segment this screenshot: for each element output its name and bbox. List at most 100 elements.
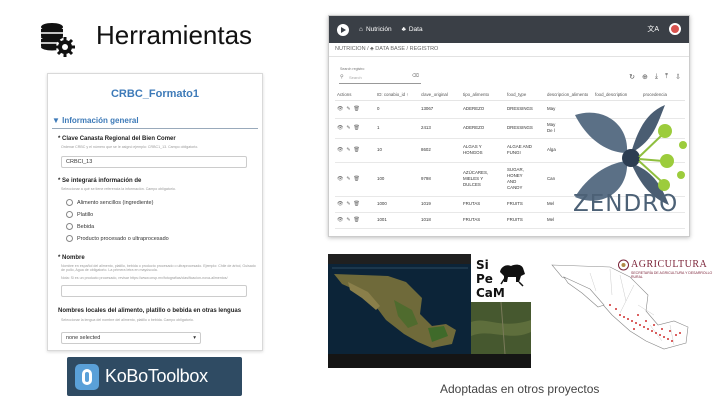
row-actions[interactable]: 👁✎🗑	[335, 162, 375, 197]
export-icon[interactable]: ⇩	[675, 73, 681, 81]
cell-tipo: FRUTAS	[461, 196, 505, 213]
slide-title: Herramientas	[96, 20, 253, 50]
row-actions[interactable]: 👁✎🗑	[335, 100, 375, 119]
sipecam-text-line3: CaM	[476, 286, 505, 300]
radio-button[interactable]	[66, 223, 73, 230]
radio-option-alimento[interactable]: Alimento sencillos (ingrediente)	[66, 199, 153, 206]
cell-clave: 1019	[419, 196, 461, 213]
cell-food: SUGAR, HONEY AND CANDY	[505, 162, 545, 197]
map-toolbar	[328, 254, 471, 264]
row-actions[interactable]: 👁✎🗑	[335, 212, 375, 229]
user-avatar[interactable]	[669, 23, 681, 35]
kobotoolbox-logo: KoBoToolbox	[67, 357, 242, 396]
cell-id: 0	[375, 100, 419, 119]
satellite-map-screenshot	[328, 254, 471, 368]
breadcrumb: NUTRICION / ♣ DATA BASE / REGISTRO	[335, 46, 439, 52]
map-thumbnail-strip	[328, 354, 471, 368]
cell-food: FRUITS	[505, 212, 545, 229]
cell-id: 1	[375, 118, 419, 139]
clave-input[interactable]: CRBCI_13	[61, 156, 247, 168]
nombre-input[interactable]	[61, 285, 247, 297]
column-header[interactable]: clave_original	[419, 89, 461, 101]
radio-button[interactable]	[66, 211, 73, 218]
cell-clave: 9798	[419, 162, 461, 197]
lengua-select[interactable]: none selected ▾	[61, 332, 201, 344]
mexico-satellite-map	[332, 267, 468, 348]
radio-option-bebida[interactable]: Bebida	[66, 223, 94, 230]
cell-clave: 1018	[419, 212, 461, 229]
kobo-form-screenshot: CRBC_Formato1 ▼ Información general * Cl…	[47, 73, 263, 351]
question-integrara-label: * Se integrará información de	[58, 178, 142, 184]
search-placeholder: Search	[349, 75, 362, 80]
cell-id: 1001	[375, 212, 419, 229]
chevron-down-icon: ▾	[193, 335, 196, 341]
cell-tipo: AZÚCARES, MIELES Y DULCES	[461, 162, 505, 197]
cell-clave: 13067	[419, 100, 461, 119]
table-header-row: Actions ID: conabio_id ↑ clave_original …	[335, 89, 685, 101]
column-header[interactable]: food_description	[593, 89, 641, 101]
cell-clave: 8602	[419, 138, 461, 163]
sipecam-text-line2: Pe	[476, 272, 493, 286]
cell-food: DRESSINGS	[505, 100, 545, 119]
agricultura-logo-subtext: SECRETARÍA DE AGRICULTURA Y DESARROLLO R…	[631, 271, 713, 279]
column-header[interactable]: descripcion_alimento	[545, 89, 593, 101]
row-actions[interactable]: 👁✎🗑	[335, 138, 375, 163]
column-header: Actions	[335, 89, 375, 101]
cell-tipo: ALGAS Y HONGOS	[461, 138, 505, 163]
cell-food: DRESSINGS	[505, 118, 545, 139]
adopted-caption: Adoptadas en otros proyectos	[440, 382, 600, 396]
download-icon[interactable]: ⤓	[655, 73, 658, 81]
column-header[interactable]: food_type	[505, 89, 545, 101]
cell-food: ALGAE AND FUNGI	[505, 138, 545, 163]
section-header[interactable]: ▼ Información general	[52, 116, 139, 125]
breadcrumb-divider	[329, 56, 689, 57]
cell-clave: 2413	[419, 118, 461, 139]
data-icon: ♣	[401, 26, 406, 33]
database-settings-icon	[41, 23, 75, 57]
question-clave-label: * Clave Canasta Regional del Bien Comer	[58, 136, 176, 142]
home-icon: ⌂	[359, 26, 363, 33]
search-label: Search registro	[340, 67, 365, 71]
clear-search-icon[interactable]: ⌫	[412, 73, 419, 79]
search-icon: ⚲	[340, 74, 344, 80]
agricultura-logo-text: AGRICULTURA	[631, 259, 708, 270]
nav-home[interactable]: ⌂ Nutrición	[359, 26, 392, 33]
radio-button[interactable]	[66, 199, 73, 206]
add-icon[interactable]: ⊕	[642, 73, 648, 81]
column-header[interactable]: procedencia	[641, 89, 685, 101]
menu-toggle-icon[interactable]	[337, 23, 349, 36]
row-actions[interactable]: 👁✎🗑	[335, 196, 375, 213]
refresh-icon[interactable]: ↻	[629, 73, 635, 81]
section-divider	[52, 128, 258, 129]
animal-silhouette-icon	[500, 264, 525, 287]
zoomed-map-screenshot	[471, 302, 531, 368]
map-thumbnail-strip	[471, 354, 531, 368]
upload-icon[interactable]: ⤒	[665, 73, 668, 81]
radio-button[interactable]	[66, 235, 73, 242]
section-label: Información general	[62, 116, 139, 125]
zoomed-terrain-map	[471, 302, 531, 355]
collapse-triangle-icon: ▼	[52, 116, 63, 125]
zendro-logo-text: ZENDRO	[573, 191, 679, 217]
cell-tipo: FRUTAS	[461, 212, 505, 229]
cell-tipo: ADEREZO	[461, 118, 505, 139]
question-nombres-locales-hint: Seleccionar la lengua del nombre del ali…	[61, 318, 194, 322]
cell-id: 100	[375, 162, 419, 197]
radio-option-platillo[interactable]: Platillo	[66, 211, 93, 218]
nav-data[interactable]: ♣ Data	[402, 26, 423, 33]
radio-option-producto[interactable]: Producto procesado o ultraprocesado	[66, 235, 169, 242]
search-input[interactable]: Search registro Search ⚲ ⌫	[339, 66, 421, 84]
question-integrara-hint: Seleccionar a qué se tiene referencia la…	[61, 187, 176, 191]
translate-icon[interactable]: 文A	[647, 24, 659, 34]
kobo-logo-text: KoBoToolbox	[105, 366, 208, 386]
cell-tipo: ADEREZO	[461, 100, 505, 119]
row-actions[interactable]: 👁✎🗑	[335, 118, 375, 139]
app-top-bar: ⌂ Nutrición ♣ Data 文A	[329, 16, 689, 43]
column-header[interactable]: tipo_alimento	[461, 89, 505, 101]
sipecam-text-line1: Si	[476, 258, 489, 272]
question-nombres-locales-label: Nombres locales del alimento, platillo o…	[58, 308, 242, 314]
cell-id: 1000	[375, 196, 419, 213]
question-nombre-hint: Nombre en español del alimento, platillo…	[61, 264, 256, 272]
kobo-badge-icon	[75, 363, 99, 390]
column-header[interactable]: ID: conabio_id ↑	[375, 89, 419, 101]
